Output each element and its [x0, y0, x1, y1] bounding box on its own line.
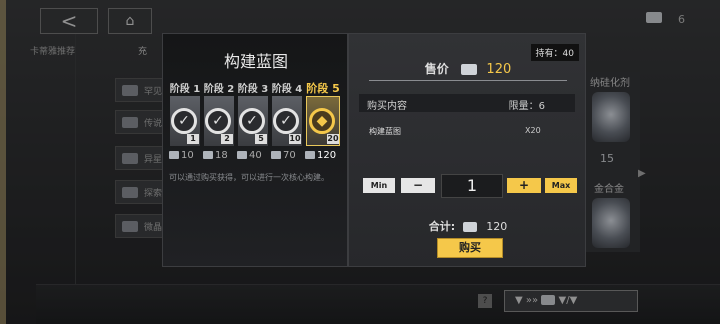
purchase-panel: 持有：40 售价 120 购买内容 限量：6 构建蓝图 X20 Min − 1 … [348, 33, 586, 267]
stage-label: 阶段 1 [169, 84, 201, 95]
owned-count: 持有：40 [530, 44, 579, 61]
price-row: 售价 120 [349, 60, 587, 77]
currency-icon [305, 151, 315, 159]
quantity-input[interactable]: 1 [441, 174, 503, 198]
stage-item: 阶段 3 ✓ 5 40 [237, 78, 269, 166]
check-icon: ✓ [205, 108, 231, 134]
min-button[interactable]: Min [363, 178, 395, 193]
stage-label: 阶段 3 [237, 84, 269, 95]
stage-label: 阶段 4 [271, 84, 303, 95]
stage-cost: 40 [237, 150, 271, 161]
stage-count: 2 [221, 134, 233, 144]
buy-button[interactable]: 购买 [437, 238, 503, 258]
stage-cost: 70 [271, 150, 305, 161]
limit-label: 限量：6 [508, 101, 545, 112]
stage-label: 阶段 5 [306, 82, 340, 95]
stage-count: 20 [327, 134, 339, 144]
increase-button[interactable]: + [507, 178, 541, 193]
check-icon: ✓ [273, 108, 299, 134]
item-name: 构建蓝图 [369, 127, 401, 136]
stage-cost: 18 [203, 150, 237, 161]
stage-item: 阶段 4 ✓ 10 70 [271, 78, 303, 166]
total-value: 120 [486, 220, 508, 233]
blueprint-icon: ◆ [309, 108, 335, 134]
currency-icon [460, 64, 477, 75]
item-description: 可以通过购买获得，可以进行一次核心构建。 [169, 173, 329, 182]
stage-count: 10 [289, 134, 301, 144]
currency-icon [271, 151, 281, 159]
stage-count: 1 [187, 134, 199, 144]
content-header: 购买内容 限量：6 [359, 94, 575, 112]
max-button[interactable]: Max [545, 178, 577, 193]
currency-icon [169, 151, 179, 159]
blueprint-panel: 构建蓝图 阶段 1 ✓ 1 10 阶段 2 ✓ 2 18 阶段 3 ✓ 5 40… [162, 33, 348, 267]
stage-cost: 120 [305, 150, 339, 161]
check-icon: ✓ [171, 108, 197, 134]
content-label: 购买内容 [367, 101, 407, 112]
total-row: 合计: 120 [349, 218, 587, 234]
stage-count: 5 [255, 134, 267, 144]
price-label: 售价 [424, 62, 449, 76]
stage-item: 阶段 1 ✓ 1 10 [169, 78, 201, 166]
quantity-stepper: Min − 1 + Max [359, 174, 579, 198]
price-value: 120 [486, 62, 512, 77]
currency-icon [203, 151, 213, 159]
stage-item: 阶段 2 ✓ 2 18 [203, 78, 235, 166]
currency-icon [237, 151, 247, 159]
item-quantity: X20 [525, 126, 541, 135]
stage-cost: 10 [169, 150, 203, 161]
total-label: 合计: [428, 220, 456, 233]
stage-item-current[interactable]: 阶段 5 ◆ 20 120 [305, 78, 341, 166]
divider [369, 80, 567, 81]
stage-list: 阶段 1 ✓ 1 10 阶段 2 ✓ 2 18 阶段 3 ✓ 5 40 阶段 4… [169, 78, 341, 166]
currency-icon [462, 222, 477, 232]
purchase-modal: 构建蓝图 阶段 1 ✓ 1 10 阶段 2 ✓ 2 18 阶段 3 ✓ 5 40… [162, 33, 586, 267]
check-icon: ✓ [239, 108, 265, 134]
modal-title: 构建蓝图 [223, 52, 288, 71]
decrease-button[interactable]: − [401, 178, 435, 193]
stage-label: 阶段 2 [203, 84, 235, 95]
